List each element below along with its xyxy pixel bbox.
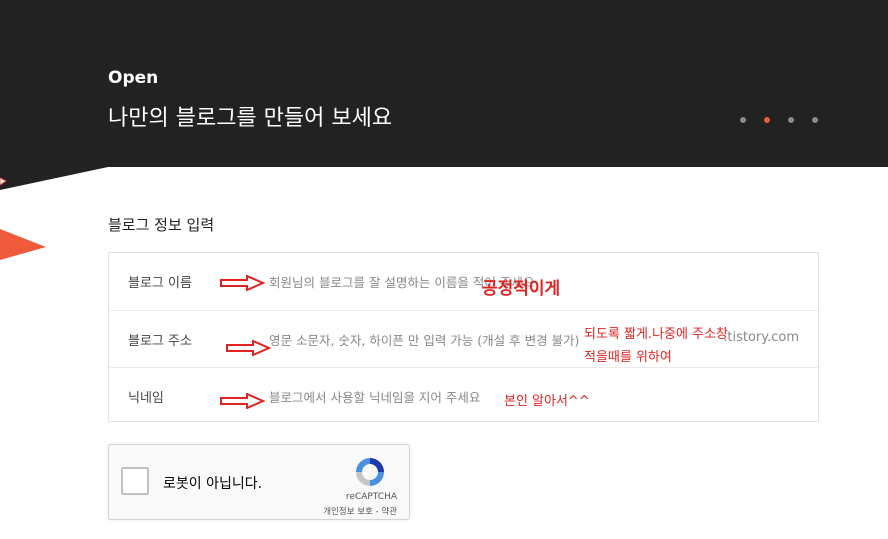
address-annotation-line2: 적을때를 위하여 [584,350,672,365]
recaptcha-links: 개인정보 보호 - 약관 [323,505,397,517]
recaptcha-label: 로봇이 아닙니다. [163,476,263,492]
blog-address-input[interactable]: 영문 소문자, 숫자, 하이픈 만 입력 가능 (개설 후 변경 불가) [269,330,579,349]
privacy-link[interactable]: 개인정보 보호 [323,507,373,517]
recaptcha-logo-icon [356,458,384,486]
large-triangle-mark [0,229,46,260]
blog-name-row: 블로그 이름 회원님의 블로그를 잘 설명하는 이름을 적어 주세요 [109,253,818,310]
nickname-row: 닉네임 블로그에서 사용할 닉네임을 지어 주세요 [109,367,818,425]
address-domain-suffix: .tistory.com [723,330,799,345]
blog-address-label: 블로그 주소 [128,334,192,349]
nickname-input[interactable]: 블로그에서 사용할 닉네임을 지어 주세요 [269,387,480,406]
right-arrow-icon [220,275,265,291]
hero-title: 나만의 블로그를 만들어 보세요 [108,106,393,131]
name-annotation: 공정적이게 [482,279,561,299]
blog-name-label: 블로그 이름 [128,276,192,291]
slider-dot-2[interactable] [764,117,770,123]
right-arrow-icon [220,393,265,409]
slider-dot-1[interactable] [740,117,746,123]
section-title: 블로그 정보 입력 [108,216,215,234]
terms-link[interactable]: 약관 [381,507,397,517]
address-annotation-line1: 되도록 짧게.나중에 주소창 [584,327,728,342]
hero-open-label: Open [108,68,159,88]
small-triangle-mark [0,177,7,186]
right-arrow-icon [226,340,271,356]
side-decoration [0,177,46,260]
recaptcha-widget: 로봇이 아닙니다. reCAPTCHA 개인정보 보호 - 약관 [108,444,410,520]
recaptcha-brand: reCAPTCHA [345,492,397,502]
nickname-label: 닉네임 [128,391,164,406]
slider-dots [740,117,818,123]
slider-dot-4[interactable] [812,117,818,123]
recaptcha-checkbox[interactable] [121,467,149,495]
slider-dot-3[interactable] [788,117,794,123]
nickname-annotation: 본인 알아서^^ [504,394,590,409]
